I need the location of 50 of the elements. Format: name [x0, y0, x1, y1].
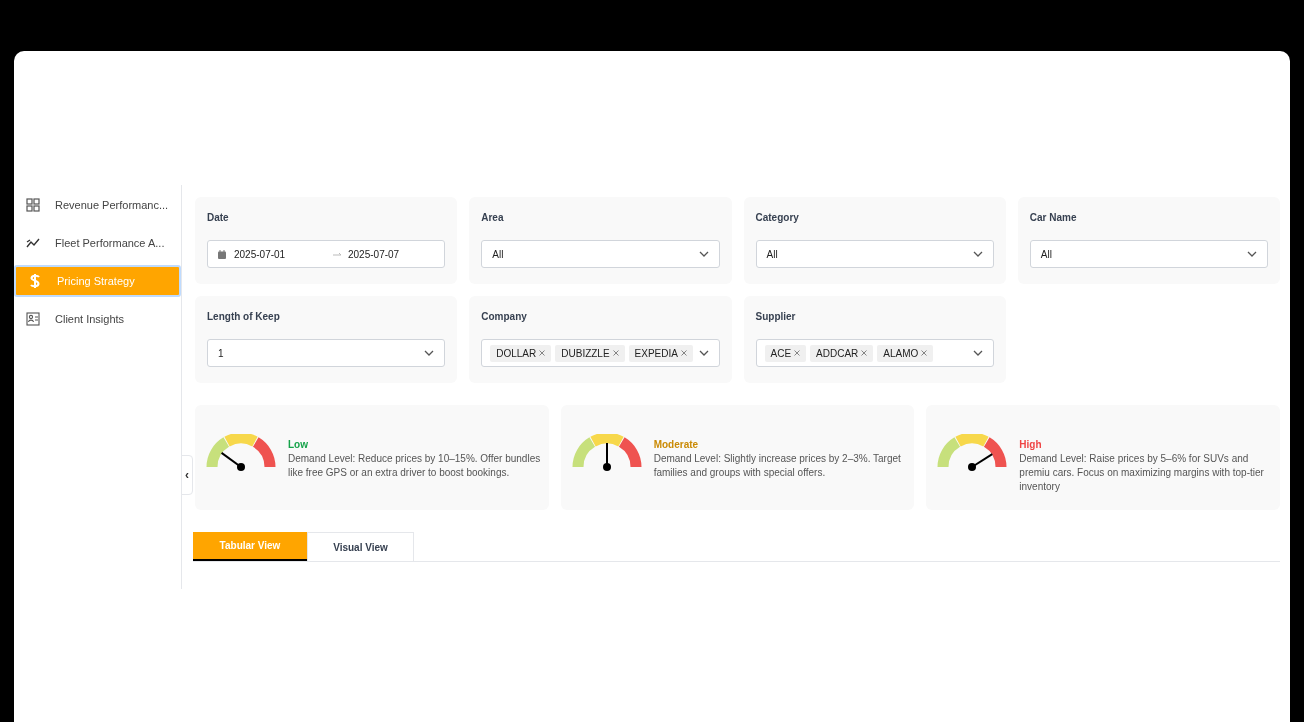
remove-icon[interactable]: [794, 350, 801, 356]
tag-label: ADDCAR: [816, 346, 859, 361]
filter-label: Date: [207, 211, 230, 225]
select-field[interactable]: 1: [207, 339, 446, 367]
remove-icon[interactable]: [680, 350, 687, 356]
sidebar-item[interactable]: Revenue Performanc...: [14, 189, 181, 221]
remove-icon[interactable]: [921, 350, 928, 356]
filter-label: Company: [481, 310, 528, 324]
chevron-down-icon: [698, 251, 709, 257]
collapse-button[interactable]: ‹: [181, 455, 193, 495]
profile-card-icon: [26, 312, 40, 326]
select-field[interactable]: All: [481, 240, 720, 268]
sidebar-item[interactable]: Fleet Performance A...: [14, 227, 181, 259]
chevron-down-icon: [972, 350, 983, 356]
tag-label: ALAMO: [883, 346, 919, 361]
date-range-field[interactable]: 2025-07-01 2025-07-07: [207, 240, 446, 268]
filter-label: Supplier: [755, 310, 797, 324]
dollar-icon: [29, 273, 41, 289]
chevron-down-icon: [424, 350, 435, 356]
grid-icon: [26, 198, 40, 212]
remove-icon[interactable]: [612, 350, 619, 356]
chevron-down-icon: [698, 350, 709, 356]
tag-label: EXPEDIA: [634, 346, 678, 361]
tag-label: ACE: [770, 346, 792, 361]
filter-label: Car Name: [1029, 211, 1078, 225]
start-date: 2025-07-01: [234, 247, 287, 262]
demand-title: High: [1019, 438, 1043, 452]
tag-label: DOLLAR: [496, 346, 537, 361]
demand-title: Moderate: [653, 438, 700, 452]
calendar-icon: [218, 249, 226, 259]
demand-description: Demand Level: Slightly increase prices by 2–3%. Target families and groups with special offers.: [653, 452, 902, 480]
filter-label: Area: [481, 211, 505, 225]
demand-title: Low: [288, 438, 309, 452]
view-tab[interactable]: Visual View: [307, 532, 414, 561]
remove-icon[interactable]: [539, 350, 546, 356]
remove-icon[interactable]: [861, 350, 868, 356]
trend-icon: [26, 237, 40, 249]
chevron-down-icon: [1247, 251, 1257, 257]
tag-label: DUBIZZLE: [561, 346, 610, 361]
multi-select-field[interactable]: ACE ADDCAR ALAMO: [755, 339, 994, 367]
filter-label: Category: [755, 211, 800, 225]
select-field[interactable]: All: [1029, 240, 1268, 268]
filter-label: Length of Keep: [207, 310, 281, 324]
multi-select-field[interactable]: DOLLAR DUBIZZLE EXPEDIA: [481, 339, 720, 367]
end-date: 2025-07-07: [348, 247, 400, 262]
select-field[interactable]: All: [755, 240, 994, 268]
chevron-down-icon: [972, 251, 983, 257]
demand-description: Demand Level: Raise prices by 5–6% for SUVs and premiu cars. Focus on maximizing margins with top-tier inventory: [1019, 452, 1265, 494]
sidebar-item[interactable]: Client Insights: [14, 303, 181, 335]
demand-description: Demand Level: Reduce prices by 10–15%. Offer bundles like free GPS or an extra driver to boost bookings.: [288, 452, 542, 480]
